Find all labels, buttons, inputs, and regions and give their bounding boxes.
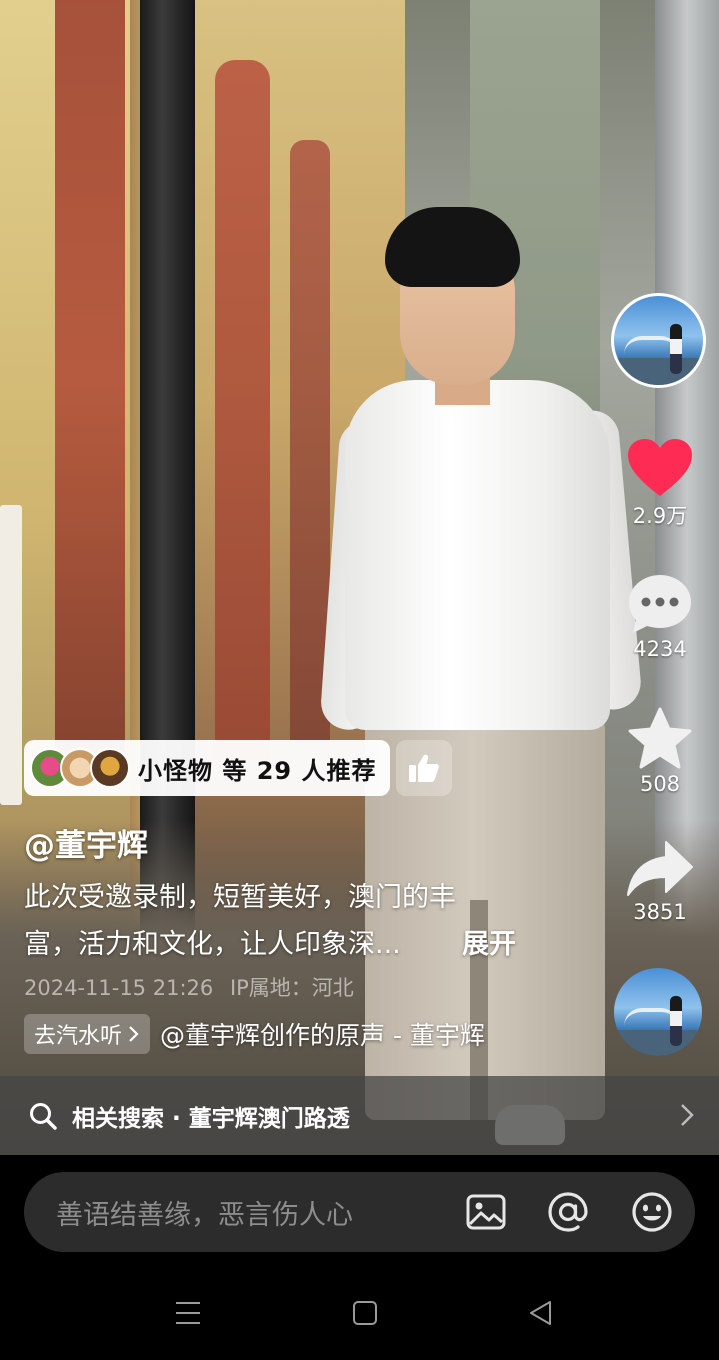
menu-icon[interactable]	[174, 1300, 202, 1326]
background-red-wall	[55, 0, 125, 760]
emoji-icon[interactable]	[630, 1190, 674, 1234]
thumbs-up-icon	[409, 754, 439, 782]
back-icon[interactable]	[528, 1300, 554, 1326]
search-icon	[30, 1103, 57, 1130]
recommend-button[interactable]	[396, 740, 452, 796]
comment-button[interactable]: 4234	[619, 573, 701, 661]
chevron-right-icon	[681, 1104, 694, 1126]
person-hair	[385, 207, 520, 287]
post-meta: 2024-11-15 21:26 IP属地：河北	[24, 972, 364, 1002]
person-shirt	[345, 380, 610, 730]
image-icon[interactable]	[464, 1190, 508, 1234]
chevron-right-icon	[129, 1026, 139, 1042]
share-count: 3851	[633, 900, 687, 924]
system-navigation-bar	[0, 1270, 719, 1360]
post-location: IP属地：河北	[229, 976, 354, 1000]
background-sign	[0, 505, 22, 805]
author-name[interactable]: @董宇辉	[24, 820, 148, 865]
recommender-avatars	[30, 747, 130, 789]
share-icon	[627, 841, 693, 896]
recommend-chip[interactable]: 小怪物 等 29 人推荐	[24, 740, 391, 796]
like-button[interactable]: 2.9万	[619, 438, 701, 530]
like-count: 2.9万	[632, 504, 688, 528]
music-name[interactable]: @董宇辉创作的原声 - 董宇辉	[160, 1016, 485, 1052]
post-datetime: 2024-11-15 21:26	[24, 976, 214, 1000]
favorite-count: 508	[639, 772, 681, 796]
background-door	[215, 60, 270, 760]
related-search-label: 相关搜索 · 董宇辉澳门路透	[72, 1106, 350, 1132]
music-row[interactable]: 去汽水听 @董宇辉创作的原声 - 董宇辉	[24, 1014, 485, 1054]
heart-icon	[628, 439, 692, 496]
expand-button[interactable]: 展开	[462, 921, 516, 968]
comment-icon	[629, 575, 691, 633]
go-listen-label: 去汽水听	[34, 1024, 123, 1049]
author-avatar[interactable]	[611, 293, 706, 388]
go-listen-button[interactable]: 去汽水听	[24, 1014, 151, 1054]
star-icon	[628, 707, 692, 769]
avatar	[90, 748, 130, 788]
comment-input-bar[interactable]: 善语结善缘，恶言伤人心	[24, 1172, 695, 1252]
share-button[interactable]: 3851	[619, 840, 701, 924]
home-icon[interactable]	[352, 1300, 378, 1326]
at-icon[interactable]	[546, 1190, 590, 1234]
comment-count: 4234	[633, 637, 687, 661]
comment-input-placeholder[interactable]: 善语结善缘，恶言伤人心	[56, 1193, 353, 1232]
recommend-text: 小怪物 等 29 人推荐	[138, 756, 377, 785]
video-description[interactable]: 此次受邀录制，短暂美好，澳门的丰 富，活力和文化，让人印象深...	[24, 874, 534, 968]
related-search-bar[interactable]: 相关搜索 · 董宇辉澳门路透	[0, 1076, 719, 1155]
favorite-button[interactable]: 508	[619, 706, 701, 796]
music-disc[interactable]	[614, 968, 702, 1056]
description-line-1: 此次受邀录制，短暂美好，澳门的丰	[24, 882, 456, 913]
description-line-2: 富，活力和文化，让人印象深...	[24, 929, 401, 960]
